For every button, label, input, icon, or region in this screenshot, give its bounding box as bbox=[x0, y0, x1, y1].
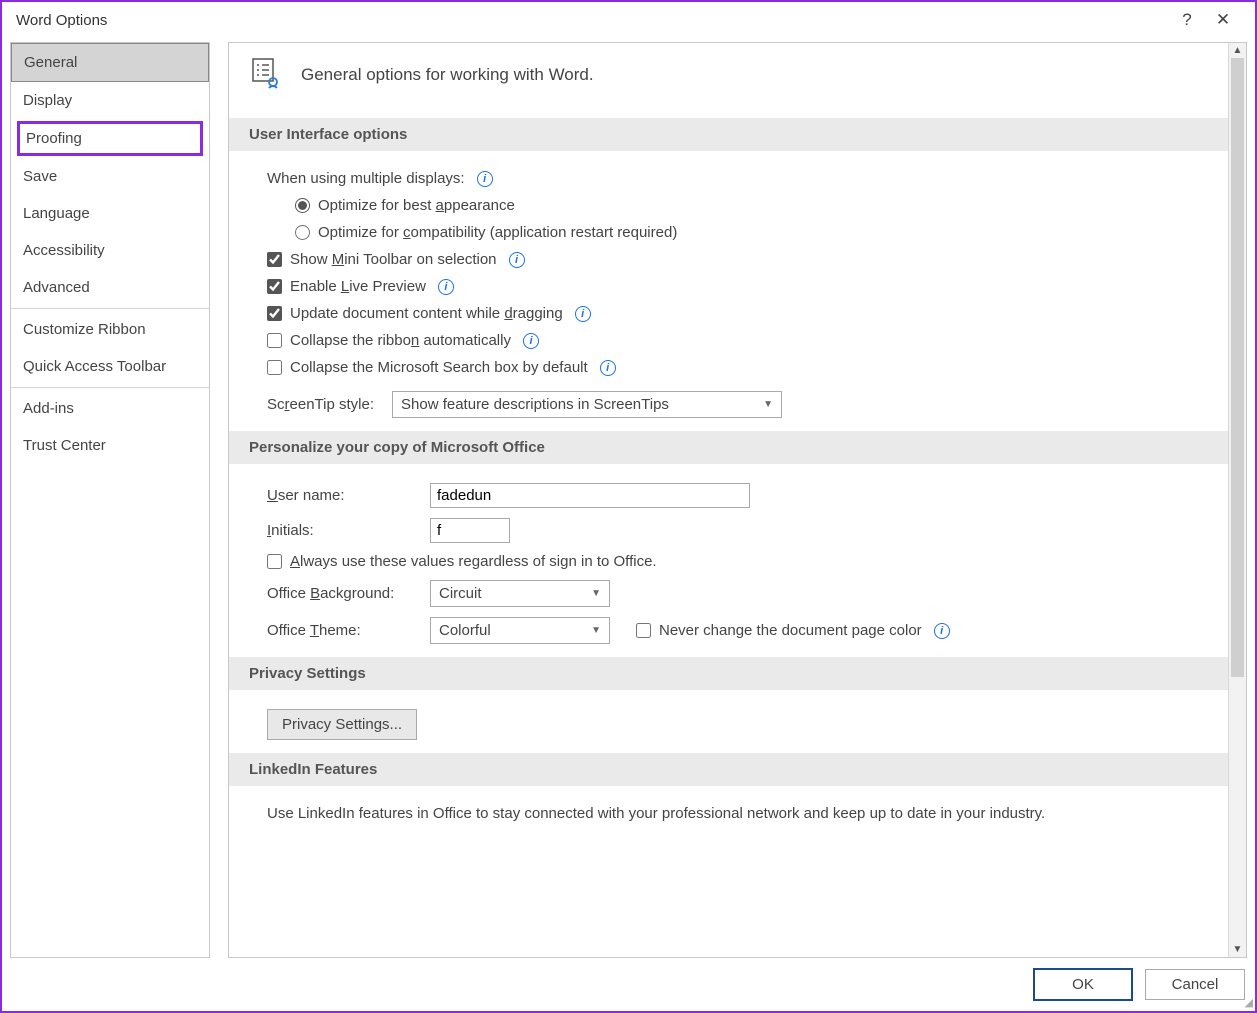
scroll-thumb[interactable] bbox=[1231, 58, 1244, 677]
section-personalize: Personalize your copy of Microsoft Offic… bbox=[229, 431, 1228, 464]
privacy-settings-button[interactable]: Privacy Settings... bbox=[267, 709, 417, 740]
screentip-row: ScreenTip style: Show feature descriptio… bbox=[249, 381, 1216, 423]
privacy-button-row: Privacy Settings... bbox=[249, 704, 1216, 745]
screentip-select[interactable]: Show feature descriptions in ScreenTips … bbox=[392, 391, 782, 418]
username-row: User name: bbox=[249, 478, 1216, 513]
titlebar: Word Options ? ✕ bbox=[2, 2, 1255, 42]
initials-input[interactable] bbox=[430, 518, 510, 543]
page-heading: General options for working with Word. bbox=[249, 47, 1216, 110]
linkedin-desc: Use LinkedIn features in Office to stay … bbox=[249, 800, 1216, 827]
checkbox-collapse-ribbon[interactable]: Collapse the ribbon automatically i bbox=[249, 327, 1216, 354]
info-icon[interactable]: i bbox=[509, 252, 525, 268]
cancel-button[interactable]: Cancel bbox=[1145, 969, 1245, 1000]
checkbox-live-preview[interactable]: Enable Live Preview i bbox=[249, 273, 1216, 300]
checkbox-collapse-search[interactable]: Collapse the Microsoft Search box by def… bbox=[249, 354, 1216, 381]
sidebar-separator bbox=[11, 308, 209, 309]
sidebar-item-general[interactable]: General bbox=[11, 43, 209, 82]
page-heading-text: General options for working with Word. bbox=[301, 65, 594, 85]
ok-button[interactable]: OK bbox=[1033, 968, 1133, 1001]
sidebar-item-quick-access-toolbar[interactable]: Quick Access Toolbar bbox=[11, 348, 209, 385]
radio-optimize-compat[interactable]: Optimize for compatibility (application … bbox=[249, 219, 1216, 246]
section-ui-options: User Interface options bbox=[229, 118, 1228, 151]
info-icon[interactable]: i bbox=[477, 171, 493, 187]
resize-grip-icon[interactable]: ◢ bbox=[1245, 996, 1253, 1009]
info-icon[interactable]: i bbox=[575, 306, 591, 322]
help-icon[interactable]: ? bbox=[1169, 10, 1205, 30]
sidebar-item-add-ins[interactable]: Add-ins bbox=[11, 390, 209, 427]
close-icon[interactable]: ✕ bbox=[1205, 10, 1241, 30]
info-icon[interactable]: i bbox=[438, 279, 454, 295]
info-icon[interactable]: i bbox=[523, 333, 539, 349]
radio-best-appearance[interactable] bbox=[295, 198, 310, 213]
sidebar-item-save[interactable]: Save bbox=[11, 158, 209, 195]
sidebar-item-customize-ribbon[interactable]: Customize Ribbon bbox=[11, 311, 209, 348]
scroll-down-icon[interactable]: ▼ bbox=[1233, 942, 1243, 957]
content: General options for working with Word. U… bbox=[229, 43, 1228, 957]
sidebar-item-accessibility[interactable]: Accessibility bbox=[11, 232, 209, 269]
sidebar-item-proofing[interactable]: Proofing bbox=[17, 121, 203, 156]
sidebar-item-language[interactable]: Language bbox=[11, 195, 209, 232]
checkbox-update-dragging[interactable]: Update document content while dragging i bbox=[249, 300, 1216, 327]
chevron-down-icon: ▼ bbox=[591, 625, 601, 636]
chevron-down-icon: ▼ bbox=[763, 399, 773, 410]
username-input[interactable] bbox=[430, 483, 750, 508]
checkbox-always-use[interactable]: Always use these values regardless of si… bbox=[249, 548, 1216, 575]
content-wrap: General options for working with Word. U… bbox=[228, 42, 1247, 958]
scroll-up-icon[interactable]: ▲ bbox=[1233, 43, 1243, 58]
chevron-down-icon: ▼ bbox=[591, 588, 601, 599]
sidebar-item-trust-center[interactable]: Trust Center bbox=[11, 427, 209, 464]
sidebar-separator bbox=[11, 387, 209, 388]
multi-displays-label: When using multiple displays: i bbox=[249, 165, 1216, 192]
office-background-row: Office Background: Circuit ▼ bbox=[249, 575, 1216, 612]
vertical-scrollbar[interactable]: ▲ ▼ bbox=[1228, 43, 1246, 957]
dialog-footer: OK Cancel ◢ bbox=[2, 958, 1255, 1011]
checkbox-never-change-page-color[interactable]: Never change the document page color i bbox=[636, 622, 950, 639]
info-icon[interactable]: i bbox=[934, 623, 950, 639]
general-options-icon bbox=[249, 55, 285, 94]
sidebar-item-advanced[interactable]: Advanced bbox=[11, 269, 209, 306]
office-background-select[interactable]: Circuit ▼ bbox=[430, 580, 610, 607]
sidebar-item-display[interactable]: Display bbox=[11, 82, 209, 119]
initials-row: Initials: bbox=[249, 513, 1216, 548]
office-theme-select[interactable]: Colorful ▼ bbox=[430, 617, 610, 644]
section-privacy: Privacy Settings bbox=[229, 657, 1228, 690]
scroll-track[interactable] bbox=[1229, 58, 1246, 942]
office-theme-row: Office Theme: Colorful ▼ Never change th… bbox=[249, 612, 1216, 649]
checkbox-show-mini-toolbar[interactable]: Show Mini Toolbar on selection i bbox=[249, 246, 1216, 273]
info-icon[interactable]: i bbox=[600, 360, 616, 376]
section-linkedin: LinkedIn Features bbox=[229, 753, 1228, 786]
window-title: Word Options bbox=[16, 12, 1169, 29]
sidebar: General Display Proofing Save Language A… bbox=[10, 42, 210, 958]
radio-optimize-appearance[interactable]: Optimize for best appearance bbox=[249, 192, 1216, 219]
radio-compatibility[interactable] bbox=[295, 225, 310, 240]
